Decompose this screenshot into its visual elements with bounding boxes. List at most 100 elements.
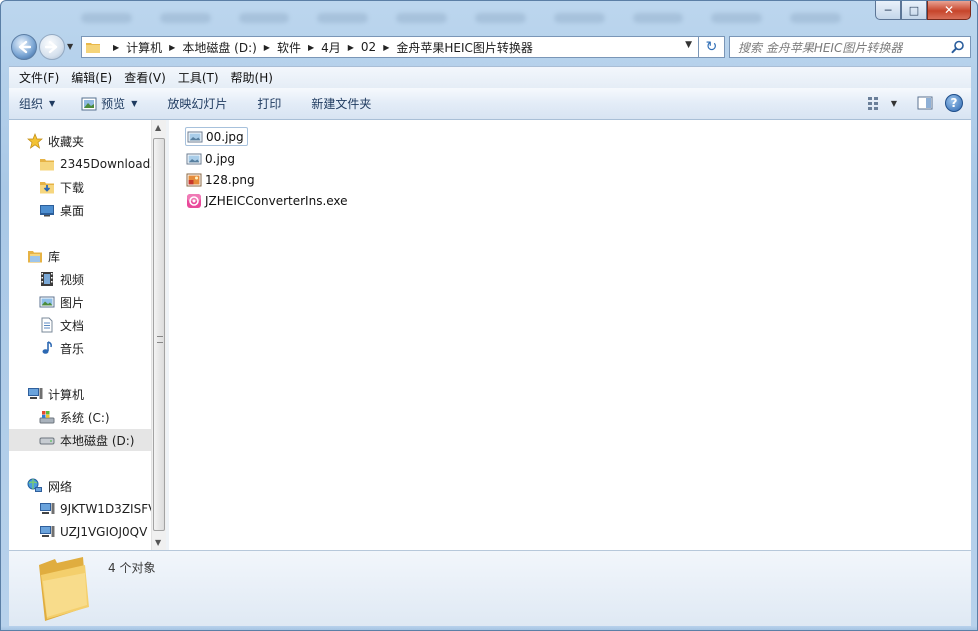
nav-network[interactable]: 网络 <box>27 475 72 497</box>
nav-favorites-label: 收藏夹 <box>48 134 85 149</box>
breadcrumb-current-folder[interactable]: 金舟苹果HEIC图片转换器 <box>396 39 533 56</box>
nav-item-label: 音乐 <box>60 341 85 356</box>
computer-icon <box>28 388 43 399</box>
nav-item-label: 桌面 <box>60 203 85 218</box>
organize-label: 组织 <box>19 97 44 111</box>
search-input[interactable]: 搜索 金舟苹果HEIC图片转换器 <box>729 36 971 58</box>
large-folder-icon <box>39 557 89 621</box>
nav-item-2345downloads[interactable]: 2345Downloads <box>39 153 151 175</box>
nav-item-network-pc-2[interactable]: UZJ1VGIOJ0QV <box>39 521 147 543</box>
nav-item-desktop[interactable]: 桌面 <box>39 199 84 221</box>
folder-icon <box>40 159 54 171</box>
nav-pane-scrollbar[interactable]: ▲ ▼ <box>151 120 166 550</box>
help-button[interactable]: ? <box>945 94 963 112</box>
nav-network-label: 网络 <box>48 479 73 494</box>
preview-button[interactable]: 预览 ▼ <box>71 88 147 119</box>
breadcrumb-separator[interactable]: ▶ <box>264 43 270 52</box>
nav-item-label: 文档 <box>60 318 85 333</box>
address-bar[interactable]: ▶ 计算机 ▶ 本地磁盘 (D:) ▶ 软件 ▶ 4月 ▶ 02 ▶ 金舟苹果H… <box>81 36 699 58</box>
file-name: JZHEICConverterIns.exe <box>205 193 348 208</box>
background-taskbar-blur <box>81 7 841 29</box>
forward-button[interactable] <box>39 34 65 60</box>
recent-pages-dropdown[interactable]: ▼ <box>67 42 73 51</box>
nav-item-music[interactable]: 音乐 <box>39 337 84 359</box>
jpg-image-icon <box>187 131 203 142</box>
file-name: 00.jpg <box>206 129 244 144</box>
nav-item-label: 9JKTW1D3ZISFV <box>60 502 151 516</box>
slideshow-button[interactable]: 放映幻灯片 <box>157 88 237 119</box>
forward-arrow-icon <box>45 40 58 54</box>
breadcrumb-separator[interactable]: ▶ <box>348 43 354 52</box>
nav-item-documents[interactable]: 文档 <box>39 314 84 336</box>
breadcrumb-separator[interactable]: ▶ <box>169 43 175 52</box>
scroll-down-icon[interactable]: ▼ <box>155 538 161 547</box>
breadcrumb-separator[interactable]: ▶ <box>383 43 389 52</box>
menu-file[interactable]: 文件(F) <box>13 69 65 86</box>
nav-item-label: 本地磁盘 (D:) <box>60 433 135 448</box>
nav-item-pictures[interactable]: 图片 <box>39 291 84 313</box>
jpg-image-icon <box>186 153 202 164</box>
preview-label: 预览 <box>101 97 126 111</box>
details-pane: 4 个对象 <box>9 550 971 626</box>
new-folder-label: 新建文件夹 <box>311 97 372 111</box>
breadcrumb-april[interactable]: 4月 <box>321 39 341 56</box>
nav-item-downloads[interactable]: 下载 <box>39 176 84 198</box>
nav-computer[interactable]: 计算机 <box>27 383 84 405</box>
file-item[interactable]: JZHEICConverterIns.exe <box>185 191 351 210</box>
close-button[interactable]: ✕ <box>927 1 971 20</box>
music-note-icon <box>42 341 52 354</box>
navigation-pane: 收藏夹 2345Downloads 下载 桌面 库 视频 图片 文档 音乐 计算… <box>9 120 151 550</box>
menu-help[interactable]: 帮助(H) <box>225 69 279 86</box>
slideshow-label: 放映幻灯片 <box>167 97 228 111</box>
file-item[interactable]: 0.jpg <box>185 149 238 168</box>
preview-icon <box>81 97 97 110</box>
hard-drive-icon <box>39 437 55 445</box>
minimize-button[interactable]: ─ <box>875 1 901 20</box>
nav-libraries[interactable]: 库 <box>27 245 60 267</box>
refresh-button[interactable]: ↻ <box>699 36 725 58</box>
breadcrumb-separator[interactable]: ▶ <box>308 43 314 52</box>
nav-item-label: 系统 (C:) <box>60 410 110 425</box>
nav-item-videos[interactable]: 视频 <box>39 268 84 290</box>
menu-view[interactable]: 查看(V) <box>118 69 172 86</box>
scrollbar-thumb[interactable] <box>153 138 165 531</box>
change-view-button[interactable]: ▼ <box>867 95 897 111</box>
nav-item-drive-d[interactable]: 本地磁盘 (D:) <box>9 429 151 451</box>
star-icon <box>27 133 43 149</box>
search-icon[interactable] <box>951 40 965 54</box>
nav-favorites[interactable]: 收藏夹 <box>27 130 84 152</box>
video-icon <box>41 272 53 286</box>
file-item[interactable]: 128.png <box>185 170 258 189</box>
document-icon <box>41 317 53 333</box>
network-computer-icon <box>40 503 55 514</box>
explorer-window: ─ □ ✕ ▼ ▶ 计算机 ▶ 本地磁盘 (D:) ▶ 软件 ▶ 4月 ▶ 02… <box>0 0 978 631</box>
search-placeholder: 搜索 金舟苹果HEIC图片转换器 <box>738 40 903 55</box>
print-button[interactable]: 打印 <box>247 88 291 119</box>
breadcrumb-separator[interactable]: ▶ <box>113 43 119 52</box>
scroll-up-icon[interactable]: ▲ <box>155 123 161 132</box>
command-bar: 组织 ▼ 预览 ▼ 放映幻灯片 打印 新建文件夹 ▼ ? <box>9 88 971 120</box>
nav-item-system-c[interactable]: 系统 (C:) <box>39 406 110 428</box>
breadcrumb-computer[interactable]: 计算机 <box>126 39 162 56</box>
nav-item-network-pc-1[interactable]: 9JKTW1D3ZISFV <box>39 498 151 520</box>
menu-edit[interactable]: 编辑(E) <box>65 69 118 86</box>
chevron-down-icon: ▼ <box>131 99 138 108</box>
file-name: 128.png <box>205 172 255 187</box>
menu-tools[interactable]: 工具(T) <box>172 69 225 86</box>
organize-button[interactable]: 组织 ▼ <box>9 88 65 119</box>
new-folder-button[interactable]: 新建文件夹 <box>301 88 381 119</box>
breadcrumb-02[interactable]: 02 <box>361 40 376 54</box>
preview-pane-icon[interactable] <box>917 95 933 111</box>
maximize-button[interactable]: □ <box>901 1 927 20</box>
breadcrumb-software[interactable]: 软件 <box>277 39 301 56</box>
refresh-icon: ↻ <box>705 39 718 55</box>
png-image-icon <box>186 173 202 186</box>
back-button[interactable] <box>11 34 37 60</box>
navigation-bar: ▼ ▶ 计算机 ▶ 本地磁盘 (D:) ▶ 软件 ▶ 4月 ▶ 02 ▶ 金舟苹… <box>9 33 971 61</box>
breadcrumb-drive-d[interactable]: 本地磁盘 (D:) <box>182 39 256 56</box>
nav-item-label: UZJ1VGIOJ0QV <box>60 525 148 539</box>
file-item[interactable]: 00.jpg <box>185 127 248 146</box>
chevron-down-icon: ▼ <box>890 98 897 108</box>
address-dropdown[interactable]: ▼ <box>685 40 692 50</box>
desktop-icon <box>40 205 54 217</box>
